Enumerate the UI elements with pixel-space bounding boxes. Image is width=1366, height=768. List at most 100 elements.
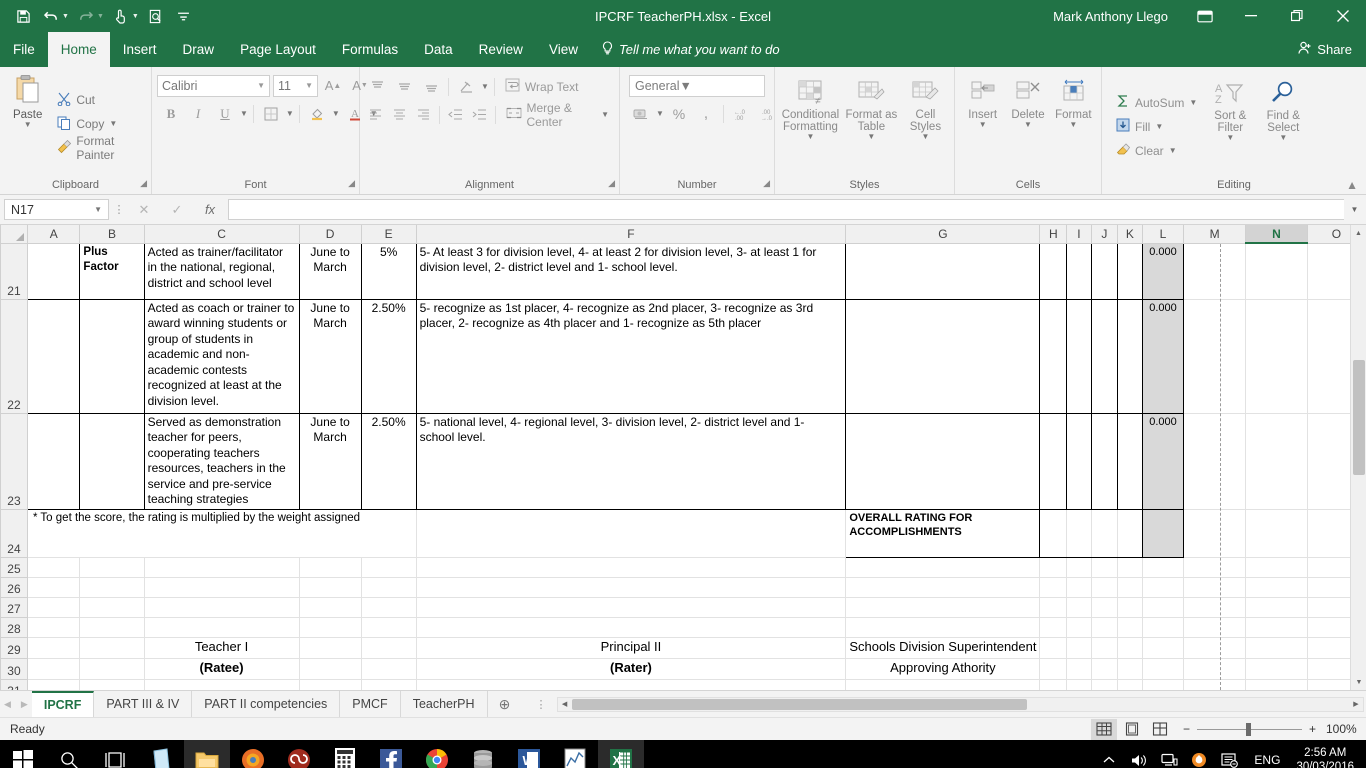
cell-c22[interactable]: Acted as coach or trainer to award winni… [144,299,299,413]
align-top-button[interactable] [365,75,389,98]
cell-i21[interactable] [1067,243,1092,299]
tab-review[interactable]: Review [466,32,536,67]
cell-e21[interactable]: 5% [361,243,416,299]
cell-e22[interactable]: 2.50% [361,299,416,413]
format-cells-button[interactable]: Format ▼ [1051,73,1096,177]
column-header-b[interactable]: B [80,225,144,243]
tell-me-box[interactable]: Tell me what you want to do [591,32,790,67]
cell-n25[interactable] [1246,557,1308,577]
cell-m22[interactable] [1184,299,1246,413]
row-header-23[interactable]: 23 [1,413,28,509]
cell-g28-signature-line[interactable] [846,617,1040,637]
cell-a21[interactable] [27,243,79,299]
row-header-28[interactable]: 28 [1,617,28,637]
cell-i25[interactable] [1067,557,1092,577]
orientation-dropdown-icon[interactable]: ▼ [481,83,489,91]
add-sheet-button[interactable]: ⊕ [488,691,522,717]
cell-i29[interactable] [1067,637,1092,658]
cell-c23[interactable]: Served as demonstration teacher for peer… [144,413,299,509]
cell-l29[interactable] [1142,637,1183,658]
cell-g22[interactable] [846,299,1040,413]
sheet-tab-part-iii-iv[interactable]: PART III & IV [94,691,192,717]
cell-b23[interactable] [80,413,144,509]
cell-b22[interactable] [80,299,144,413]
cell-f31[interactable] [416,679,846,690]
format-cells-dropdown-icon[interactable]: ▼ [1069,121,1077,129]
clear-button[interactable]: Clear ▼ [1113,140,1200,162]
cell-i27[interactable] [1067,597,1092,617]
cell-f26[interactable] [416,577,846,597]
delete-cells-dropdown-icon[interactable]: ▼ [1024,121,1032,129]
scroll-down-arrow[interactable]: ▼ [1351,674,1366,690]
row-header-26[interactable]: 26 [1,577,28,597]
cell-f29[interactable]: Principal II [416,637,846,658]
align-bottom-button[interactable] [419,75,443,98]
cell-e28[interactable] [361,617,416,637]
fill-color-dropdown-icon[interactable]: ▼ [332,110,340,118]
cell-a29[interactable] [27,637,79,658]
clock[interactable]: 2:56 AM 30/03/2016 [1290,746,1366,768]
horizontal-scrollbar-thumb[interactable] [572,699,1027,710]
tab-draw[interactable]: Draw [170,32,228,67]
accounting-dropdown-icon[interactable]: ▼ [656,110,664,118]
accounting-format-button[interactable] [629,102,653,125]
percent-style-button[interactable]: % [667,102,691,125]
cell-d29[interactable] [299,637,361,658]
find-select-dropdown-icon[interactable]: ▼ [1279,134,1287,142]
redo-icon[interactable] [73,4,99,28]
clear-dropdown-icon[interactable]: ▼ [1169,147,1177,155]
scroll-right-arrow[interactable]: ▶ [1349,700,1363,708]
column-header-g[interactable]: G [846,225,1040,243]
align-middle-button[interactable] [392,75,416,98]
clipboard-dialog-launcher-icon[interactable]: ◢ [140,175,147,192]
cell-g23[interactable] [846,413,1040,509]
cell-b25[interactable] [80,557,144,577]
cell-k25[interactable] [1118,557,1143,577]
cell-i30[interactable] [1067,658,1092,679]
cell-styles-dropdown-icon[interactable]: ▼ [921,133,929,141]
chevron-down-icon[interactable]: ▼ [679,79,691,93]
cell-j29[interactable] [1091,637,1117,658]
language-indicator[interactable]: ENG [1244,753,1290,767]
sheet-tab-part-ii-competencies[interactable]: PART II competencies [192,691,340,717]
cell-h22[interactable] [1040,299,1067,413]
column-header-i[interactable]: I [1067,225,1092,243]
zoom-in-button[interactable]: + [1309,722,1316,736]
cell-d21[interactable]: June to March [299,243,361,299]
decrease-indent-button[interactable] [445,103,466,126]
format-as-table-dropdown-icon[interactable]: ▼ [867,133,875,141]
cell-a23[interactable] [27,413,79,509]
cell-h25[interactable] [1040,557,1067,577]
cell-h30[interactable] [1040,658,1067,679]
cell-g30[interactable]: Approving Athority [846,658,1040,679]
cell-c25[interactable] [144,557,299,577]
close-button[interactable] [1320,0,1366,32]
cell-n28[interactable] [1246,617,1308,637]
cancel-formula-button[interactable]: ✕ [129,202,159,218]
cell-l22[interactable]: 0.000 [1142,299,1183,413]
undo-dropdown-icon[interactable]: ▼ [62,13,69,20]
cell-c30[interactable]: (Ratee) [144,658,299,679]
page-break-preview-icon[interactable] [1147,719,1173,740]
share-button[interactable]: Share [1284,32,1366,67]
search-icon[interactable] [46,740,92,768]
fill-button[interactable]: Fill ▼ [1113,116,1200,138]
formula-input[interactable] [228,199,1344,220]
underline-button[interactable]: U [213,102,237,125]
alignment-dialog-launcher-icon[interactable]: ◢ [608,175,615,192]
restore-button[interactable] [1274,0,1320,32]
cell-i28[interactable] [1067,617,1092,637]
cell-h31[interactable] [1040,679,1067,690]
sheet-tab-pmcf[interactable]: PMCF [340,691,400,717]
cell-h26[interactable] [1040,577,1067,597]
cell-d23[interactable]: June to March [299,413,361,509]
column-header-h[interactable]: H [1040,225,1067,243]
cell-i23[interactable] [1067,413,1092,509]
row-header-31[interactable]: 31 [1,679,28,690]
cell-m26[interactable] [1184,577,1246,597]
cell-h29[interactable] [1040,637,1067,658]
cell-m21[interactable] [1184,243,1246,299]
lastpass-icon[interactable] [276,740,322,768]
cell-l28[interactable] [1142,617,1183,637]
chevron-down-icon[interactable]: ▼ [305,81,313,90]
